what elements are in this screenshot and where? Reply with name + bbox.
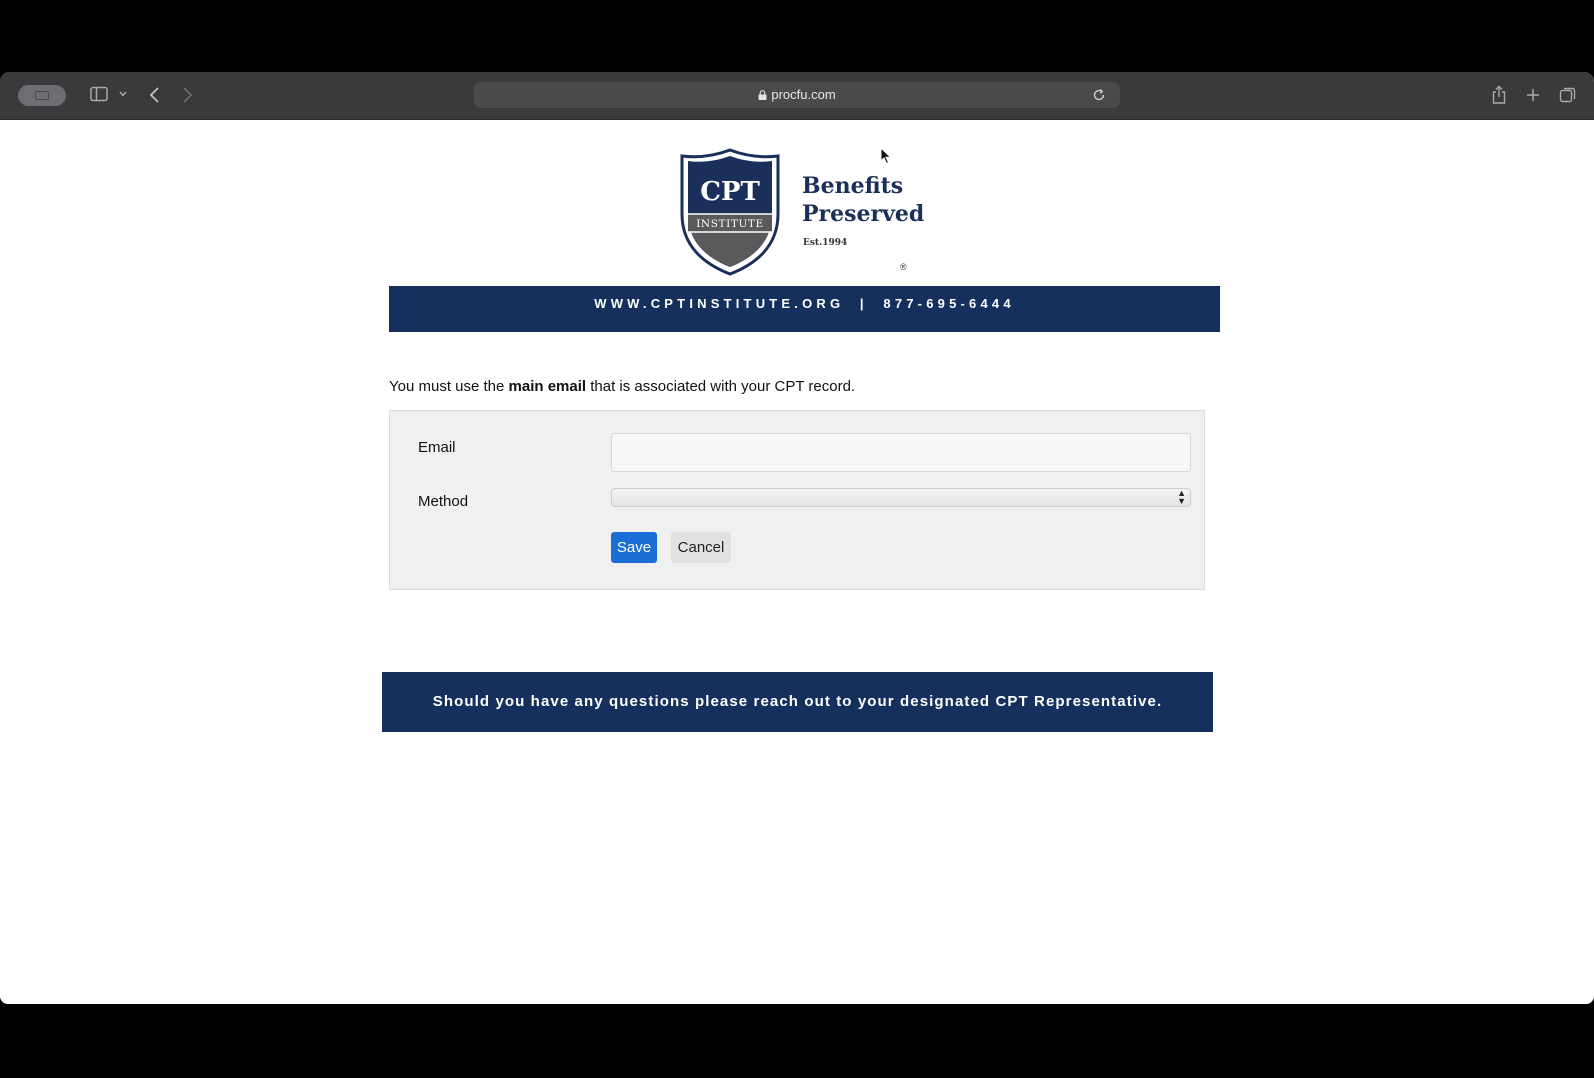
browser-toolbar: procfu.com <box>0 72 1594 120</box>
tab-group-button[interactable] <box>18 85 66 106</box>
save-button[interactable]: Save <box>611 532 657 563</box>
forward-button[interactable] <box>180 85 194 105</box>
tab-overview-button[interactable] <box>1558 85 1578 105</box>
chevron-right-icon <box>183 87 193 103</box>
plus-icon <box>1527 89 1539 101</box>
email-field[interactable] <box>611 433 1191 472</box>
method-select[interactable]: ▲ ▼ <box>611 488 1191 507</box>
email-notice: You must use the main email that is asso… <box>389 378 855 395</box>
browser-window: procfu.com CPT INSTITUTE Benefits Preser… <box>0 72 1594 1004</box>
email-form: Email Method ▲ ▼ Save Cancel <box>389 410 1205 590</box>
questions-banner: Should you have any questions please rea… <box>382 672 1213 732</box>
share-button[interactable] <box>1490 84 1508 106</box>
mouse-cursor-icon <box>880 147 892 165</box>
reload-icon <box>1093 88 1105 101</box>
contact-banner: WWW.CPTINSTITUTE.ORG | 877-695-6444 <box>389 286 1220 332</box>
logo-shield-band-text: INSTITUTE <box>696 218 764 230</box>
screen: procfu.com CPT INSTITUTE Benefits Preser… <box>0 0 1594 1078</box>
logo-wordmark: Benefits Preserved <box>802 172 924 228</box>
logo-line-1: Benefits <box>802 173 904 199</box>
notice-bold: main email <box>508 378 587 395</box>
reload-button[interactable] <box>1090 86 1108 104</box>
chevron-left-icon <box>149 87 159 103</box>
email-label: Email <box>418 439 456 456</box>
logo-established: Est.1994 <box>803 238 848 248</box>
method-label: Method <box>418 493 469 510</box>
tab-overview-icon <box>1559 87 1576 103</box>
questions-banner-text: Should you have any questions please rea… <box>432 693 1163 710</box>
sidebar-toggle-button[interactable] <box>90 86 108 102</box>
select-arrows-icon: ▲ ▼ <box>1177 488 1186 506</box>
registered-mark: ® <box>900 262 907 272</box>
logo-line-2: Preserved <box>802 201 925 227</box>
notice-suffix: that is associated with your CPT record. <box>586 378 856 395</box>
contact-banner-text: WWW.CPTINSTITUTE.ORG | 877-695-6444 <box>594 296 1015 311</box>
tab-group-icon <box>35 91 49 100</box>
new-tab-button[interactable] <box>1524 85 1542 105</box>
logo-shield-top-text: CPT <box>700 177 760 207</box>
url-text: procfu.com <box>771 87 836 102</box>
url-display: procfu.com <box>474 87 1120 102</box>
lock-icon <box>758 90 767 100</box>
chevron-down-icon <box>119 91 127 97</box>
web-page: CPT INSTITUTE Benefits Preserved Est.199… <box>0 120 1594 1004</box>
sidebar-menu-button[interactable] <box>118 88 128 100</box>
notice-prefix: You must use the <box>389 378 509 395</box>
sidebar-icon <box>90 86 108 102</box>
address-bar[interactable]: procfu.com <box>474 82 1120 108</box>
cancel-button[interactable]: Cancel <box>671 532 731 563</box>
back-button[interactable] <box>148 85 162 105</box>
share-icon <box>1492 85 1506 104</box>
